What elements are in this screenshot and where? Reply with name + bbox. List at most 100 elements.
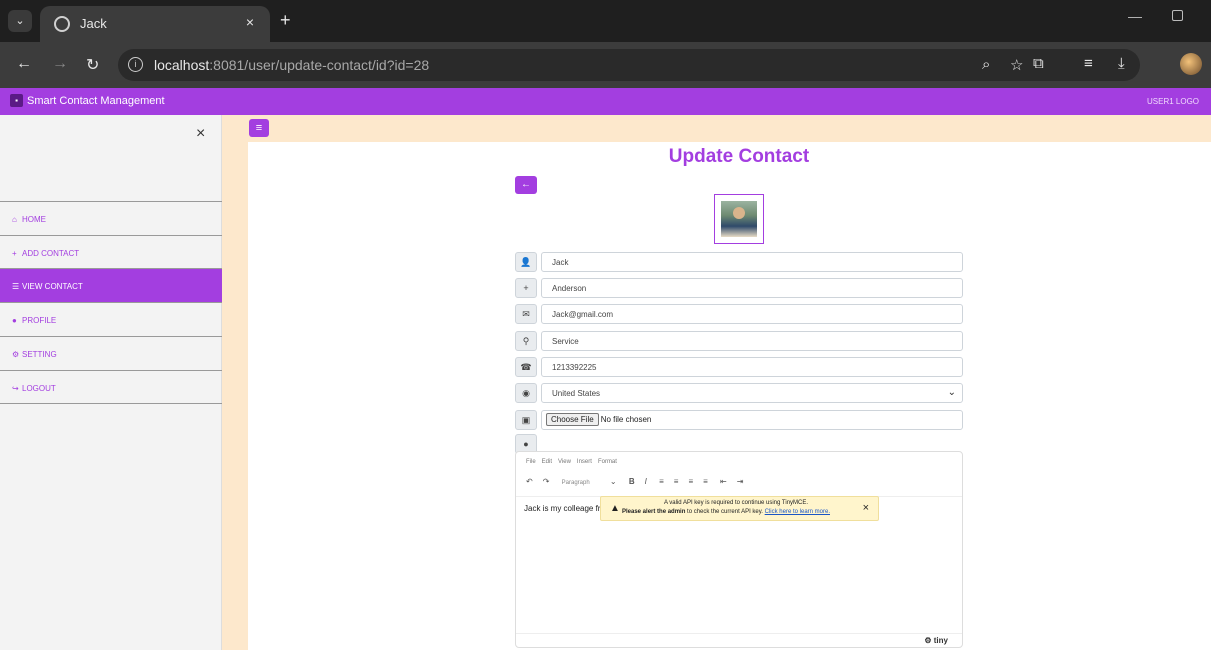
alert-close-icon[interactable]: × bbox=[863, 502, 869, 514]
bold-icon[interactable]: B bbox=[629, 477, 635, 486]
minimize-button[interactable]: — bbox=[1128, 8, 1142, 24]
content-left-gutter bbox=[222, 115, 248, 650]
url-text: localhost:8081/user/update-contact/id?id… bbox=[154, 57, 429, 73]
sidebar-item-label: PROFILE bbox=[22, 316, 57, 325]
restore-button[interactable] bbox=[1172, 10, 1183, 21]
editor-toolbar: ↶ ↷ Paragraph ⌄ B I ≡ ≡ ≡ ≡ ⇤ ⇥ bbox=[526, 477, 753, 486]
align-left-icon[interactable]: ≡ bbox=[659, 477, 664, 486]
file-status: No file chosen bbox=[600, 415, 652, 424]
name-input[interactable]: Jack bbox=[541, 252, 963, 272]
tab-title: Jack bbox=[80, 16, 107, 31]
menu-insert[interactable]: Insert bbox=[577, 459, 592, 465]
outdent-icon[interactable]: ⇤ bbox=[720, 477, 727, 486]
content-top-bar bbox=[222, 115, 1211, 142]
alert-line2: Please alert the admin to check the curr… bbox=[622, 509, 830, 515]
align-right-icon[interactable]: ≡ bbox=[688, 477, 693, 486]
user-logout-links[interactable]: USER1 LOGO bbox=[1147, 97, 1199, 106]
menu-edit[interactable]: Edit bbox=[542, 459, 552, 465]
user-plus-icon: 👤 bbox=[515, 252, 537, 272]
paragraph-select[interactable]: Paragraph bbox=[562, 480, 590, 486]
editor-content[interactable]: Jack is my colleage fro bbox=[524, 504, 605, 513]
download-icon[interactable]: ⤓ bbox=[1118, 55, 1125, 72]
page-title: Update Contact bbox=[668, 146, 810, 167]
reload-icon[interactable]: ↻ bbox=[86, 55, 99, 75]
new-tab-button[interactable]: + bbox=[280, 10, 291, 31]
contact-photo bbox=[714, 194, 764, 244]
redo-icon[interactable]: ↷ bbox=[543, 477, 550, 486]
choose-file-button[interactable]: Choose File bbox=[546, 413, 599, 426]
editor-statusbar: ⚙ tiny bbox=[516, 633, 962, 647]
phone-icon: ☎ bbox=[515, 357, 537, 377]
sidebar-close-button[interactable]: × bbox=[196, 125, 205, 143]
browser-tab[interactable]: Jack × bbox=[40, 6, 270, 42]
extensions-icon[interactable]: ⧉ bbox=[1033, 55, 1044, 72]
sidebar-item-logout[interactable]: ↪ LOGOUT bbox=[0, 370, 222, 404]
menu-view[interactable]: View bbox=[558, 459, 571, 465]
second-name-input[interactable]: Anderson bbox=[541, 278, 963, 298]
menu-file[interactable]: File bbox=[526, 459, 536, 465]
country-select[interactable]: United States ⌄ bbox=[541, 383, 963, 403]
browser-tab-bar: ⌄ Jack × + — bbox=[0, 0, 1211, 42]
user-icon: ● bbox=[12, 316, 17, 325]
work-input[interactable]: Service bbox=[541, 331, 963, 351]
back-arrow-icon[interactable]: ← bbox=[16, 55, 32, 73]
italic-icon[interactable]: I bbox=[645, 477, 647, 486]
sidebar-item-view-contact[interactable]: ☰ VIEW CONTACT bbox=[0, 268, 222, 302]
bookmark-star-icon[interactable]: ☆ bbox=[1010, 56, 1023, 74]
sidebar-item-label: HOME bbox=[22, 215, 46, 224]
reading-list-icon[interactable]: ≡ bbox=[1084, 55, 1093, 72]
align-center-icon[interactable]: ≡ bbox=[674, 477, 679, 486]
url-path: :8081/user/update-contact/id?id=28 bbox=[209, 57, 430, 73]
chevron-down-icon: ⌄ bbox=[947, 387, 956, 398]
sidebar-item-label: SETTING bbox=[22, 350, 57, 359]
tab-close-button[interactable]: × bbox=[246, 14, 254, 30]
sidebar-item-label: VIEW CONTACT bbox=[22, 282, 83, 291]
alert-bold: Please alert the admin bbox=[622, 509, 686, 515]
warning-icon: ▲ bbox=[610, 503, 620, 514]
indent-icon[interactable]: ⇥ bbox=[737, 477, 744, 486]
tiny-logo-text: tiny bbox=[933, 636, 948, 645]
chevron-down-icon[interactable]: ⌄ bbox=[610, 477, 617, 486]
phone-input[interactable]: 1213392225 bbox=[541, 357, 963, 377]
undo-icon[interactable]: ↶ bbox=[526, 477, 533, 486]
alert-mid: to check the current API key. bbox=[685, 509, 765, 515]
sidebar-item-profile[interactable]: ● PROFILE bbox=[0, 302, 222, 336]
app-navbar: ▪ Smart Contact Management USER1 LOGO bbox=[0, 88, 1211, 115]
sidebar-item-add-contact[interactable]: + ADD CONTACT bbox=[0, 235, 222, 269]
globe-icon bbox=[54, 16, 70, 32]
forward-arrow-icon[interactable]: → bbox=[52, 55, 68, 73]
image-file-input[interactable]: Choose File No file chosen bbox=[541, 410, 963, 430]
editor-menubar: File Edit View Insert Format bbox=[526, 459, 623, 465]
back-button[interactable]: ← bbox=[515, 176, 537, 194]
sidebar-item-label: ADD CONTACT bbox=[22, 249, 80, 258]
list-icon: ☰ bbox=[12, 282, 20, 291]
plus-icon: + bbox=[12, 249, 17, 258]
rich-text-editor: File Edit View Insert Format ↶ ↷ Paragraph ⌄ … bbox=[515, 451, 963, 648]
tab-search-button[interactable]: ⌄ bbox=[8, 10, 32, 32]
profile-avatar[interactable] bbox=[1180, 53, 1202, 75]
api-key-alert: ▲ A valid API key is required to continu… bbox=[600, 496, 879, 521]
menu-toggle-button[interactable]: ≡ bbox=[249, 119, 269, 137]
sidebar-item-label: LOGOUT bbox=[22, 384, 56, 393]
image-icon: ▣ bbox=[515, 410, 537, 430]
url-host: localhost bbox=[154, 57, 210, 73]
country-value: United States bbox=[552, 389, 601, 398]
align-justify-icon[interactable]: ≡ bbox=[703, 477, 708, 486]
sidebar-item-home[interactable]: ⌂ HOME bbox=[0, 201, 222, 235]
pin-icon: ⚲ bbox=[515, 331, 537, 351]
contacts-logo-icon: ▪ bbox=[10, 94, 23, 107]
globe-icon: ◉ bbox=[515, 383, 537, 403]
address-bar[interactable]: i localhost:8081/user/update-contact/id?… bbox=[118, 49, 1140, 81]
gear-icon: ⚙ bbox=[12, 350, 20, 359]
plus-icon: + bbox=[515, 278, 537, 298]
sidebar-item-setting[interactable]: ⚙ SETTING bbox=[0, 336, 222, 370]
app-brand[interactable]: Smart Contact Management bbox=[27, 95, 165, 107]
tiny-logo: ⚙ tiny bbox=[924, 636, 948, 645]
alert-learn-more-link[interactable]: Click here to learn more. bbox=[765, 509, 830, 515]
zoom-icon[interactable]: ⌕ bbox=[982, 56, 990, 73]
alert-line1: A valid API key is required to continue … bbox=[663, 500, 809, 506]
site-info-icon[interactable]: i bbox=[128, 57, 143, 72]
email-input[interactable]: Jack@gmail.com bbox=[541, 304, 963, 324]
menu-format[interactable]: Format bbox=[598, 459, 617, 465]
contact-photo-image bbox=[721, 201, 757, 237]
